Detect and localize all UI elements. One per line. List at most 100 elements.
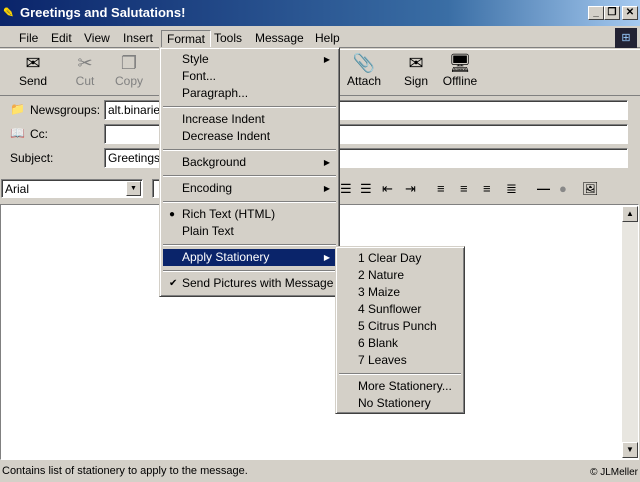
menu-item-plain-text[interactable]: Plain Text (163, 223, 336, 240)
menu-separator (163, 106, 336, 108)
cut-button[interactable]: ✂ Cut (65, 52, 105, 88)
menu-message[interactable]: Message (250, 30, 309, 46)
copy-label: Copy (114, 74, 143, 88)
stationery-item[interactable]: 5 Citrus Punch (339, 318, 461, 335)
menu-item-send-pictures-with-message[interactable]: Send Pictures with Message ✔ (163, 275, 336, 292)
align-right-icon[interactable]: ≡ (483, 181, 491, 196)
newsgroups-label: Newsgroups: (30, 103, 101, 117)
menu-view[interactable]: View (79, 30, 115, 46)
attach-icon: 📎 (352, 53, 376, 73)
stationery-item[interactable]: 7 Leaves (339, 352, 461, 369)
increase-indent-icon[interactable]: ⇥ (405, 181, 416, 197)
justify-icon[interactable]: ≣ (506, 181, 517, 197)
menu-tools[interactable]: Tools (209, 30, 247, 46)
menu-separator (339, 373, 461, 375)
menu-item-paragraph[interactable]: Paragraph... (163, 85, 336, 102)
menu-separator (163, 201, 336, 203)
menu-item-encoding[interactable]: Encoding ▶ (163, 180, 336, 197)
newsgroups-icon: 📁 (10, 102, 25, 116)
menu-item-label: Background (182, 155, 247, 169)
menu-separator (163, 270, 336, 272)
menu-item-decrease-indent[interactable]: Decrease Indent (163, 128, 336, 145)
font-select[interactable]: Arial ▼ (1, 179, 143, 198)
bullet-list-icon[interactable]: ☰ (360, 181, 372, 197)
sign-icon: ✉ (408, 53, 424, 73)
status-bar: Contains list of stationery to apply to … (0, 462, 640, 480)
stationery-item[interactable]: 1 Clear Day (339, 250, 461, 267)
horizontal-line-icon[interactable]: — (537, 181, 550, 196)
send-label: Send (18, 74, 48, 88)
numbered-list-icon[interactable]: ☰ (340, 181, 352, 197)
address-book-icon: 📖 (10, 126, 25, 140)
send-button[interactable]: ✉ Send (13, 52, 53, 88)
submenu-arrow-icon: ▶ (323, 253, 330, 262)
font-value: Arial (5, 182, 30, 196)
maximize-button[interactable]: ❐ (604, 6, 620, 20)
decrease-indent-icon[interactable]: ⇤ (382, 181, 393, 197)
stationery-submenu: 1 Clear Day 2 Nature 3 Maize 4 Sunflower 5 C… (335, 246, 465, 414)
sign-label: Sign (403, 74, 429, 88)
menu-item-label: Rich Text (HTML) (182, 207, 276, 221)
window-title: Greetings and Salutations! (20, 5, 186, 20)
align-left-icon[interactable]: ≡ (437, 181, 445, 196)
menu-item-apply-stationery[interactable]: Apply Stationery ▶ (163, 249, 336, 266)
checkmark-icon: ✔ (169, 278, 178, 289)
menu-file[interactable]: File (14, 30, 43, 46)
copy-icon: ❐ (120, 53, 138, 73)
compose-icon: ✎ (3, 5, 14, 20)
menu-item-background[interactable]: Background ▶ (163, 154, 336, 171)
minimize-button[interactable]: _ (588, 6, 604, 20)
menu-separator (163, 244, 336, 246)
menu-item-label: Plain Text (182, 224, 234, 238)
copy-button[interactable]: ❐ Copy (109, 52, 149, 88)
insert-picture-icon[interactable]: 🖼 (582, 181, 599, 197)
menu-item-label: Send Pictures with Message (182, 276, 334, 290)
scroll-up-icon[interactable]: ▲ (622, 206, 638, 222)
windows-logo-icon: ⊞ (615, 28, 637, 48)
menu-edit[interactable]: Edit (46, 30, 77, 46)
menu-separator (163, 149, 336, 151)
menu-item-font[interactable]: Font... (163, 68, 336, 85)
status-text: Contains list of stationery to apply to … (2, 465, 248, 477)
menu-item-label: Font... (182, 69, 217, 83)
menu-item-increase-indent[interactable]: Increase Indent (163, 111, 336, 128)
send-icon: ✉ (25, 53, 41, 73)
submenu-arrow-icon: ▶ (323, 158, 330, 167)
menu-item-label: Paragraph... (182, 86, 249, 100)
stationery-item[interactable]: 4 Sunflower (339, 301, 461, 318)
menu-item-label: Decrease Indent (182, 129, 271, 143)
menu-format[interactable]: Format (161, 30, 212, 48)
subject-label: Subject: (10, 151, 54, 165)
hyperlink-icon[interactable]: ● (559, 181, 567, 196)
stationery-item[interactable]: No Stationery (339, 395, 461, 412)
radio-bullet-icon: ● (169, 209, 176, 220)
vertical-scrollbar[interactable]: ▲ ▼ (622, 206, 638, 458)
menu-item-label: Apply Stationery (182, 250, 270, 264)
stationery-item[interactable]: 6 Blank (339, 335, 461, 352)
submenu-arrow-icon: ▶ (323, 55, 330, 64)
credit-text: © JLMeller (590, 467, 638, 478)
menu-item-style[interactable]: Style ▶ (163, 51, 336, 68)
format-menu: Style ▶ Font... Paragraph... Increase Indent… (159, 47, 340, 297)
close-button[interactable]: ✕ (622, 6, 638, 20)
stationery-item[interactable]: More Stationery... (339, 378, 461, 395)
menu-separator (163, 175, 336, 177)
scroll-down-icon[interactable]: ▼ (622, 442, 638, 458)
menu-item-label: Style (182, 52, 209, 66)
offline-label: Offline (442, 74, 478, 88)
menu-help[interactable]: Help (310, 30, 345, 46)
offline-button[interactable]: 🖥 Offline (440, 52, 480, 88)
stationery-item[interactable]: 2 Nature (339, 267, 461, 284)
attach-label: Attach (346, 74, 382, 88)
align-center-icon[interactable]: ≡ (460, 181, 468, 196)
title-bar: ✎ Greetings and Salutations! (0, 0, 640, 26)
attach-button[interactable]: 📎 Attach (344, 52, 384, 88)
menu-item-rich-text-html[interactable]: Rich Text (HTML) ● (163, 206, 336, 223)
chevron-down-icon[interactable]: ▼ (126, 181, 141, 196)
offline-icon: 🖥 (448, 53, 472, 73)
stationery-item[interactable]: 3 Maize (339, 284, 461, 301)
cut-icon: ✂ (77, 53, 93, 73)
menu-item-label: Increase Indent (182, 112, 265, 126)
sign-button[interactable]: ✉ Sign (396, 52, 436, 88)
menu-insert[interactable]: Insert (118, 30, 158, 46)
